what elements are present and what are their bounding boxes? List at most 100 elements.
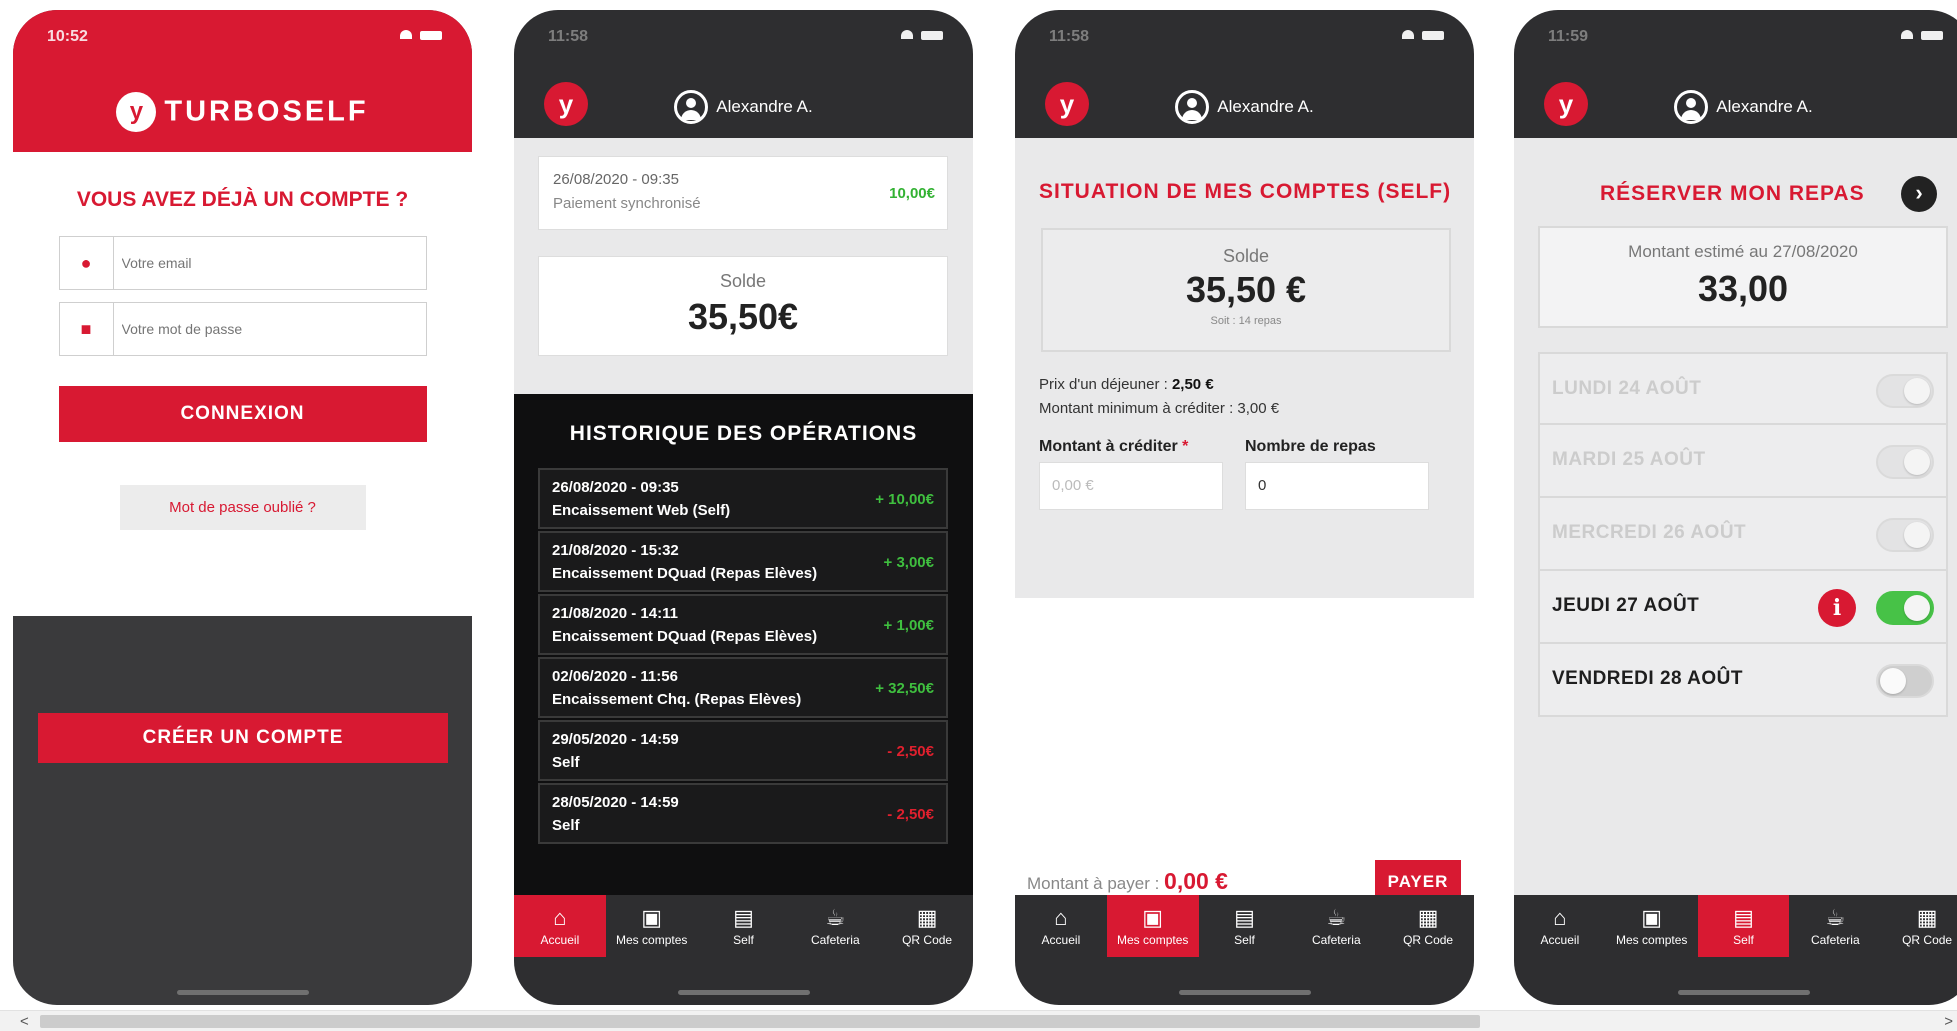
tab-cafeteria[interactable]: ☕ Cafeteria <box>1789 895 1881 957</box>
user-profile[interactable]: Alexandre A. <box>1514 90 1957 124</box>
signal-icons <box>901 30 943 40</box>
meal-price: Prix d'un déjeuner : 2,50 € <box>1039 376 1214 393</box>
days-list: LUNDI 24 AOÛT MARDI 25 AOÛT MERCREDI 26 … <box>1538 352 1948 717</box>
password-field[interactable]: ■ <box>58 302 427 356</box>
operation-row[interactable]: 21/08/2020 - 14:11 Encaissement DQuad (Re… <box>538 594 948 655</box>
scroll-thumb[interactable] <box>40 1015 1480 1028</box>
balance-amount: 35,50 € <box>1185 269 1307 310</box>
balance-meals: Soit : 14 repas <box>1210 315 1282 327</box>
day-toggle[interactable] <box>1876 664 1934 698</box>
amount-to-pay-label: Montant à payer : <box>1027 874 1165 893</box>
page-title: SITUATION DE MES COMPTES (SELF) <box>1039 180 1452 203</box>
page-title: RÉSERVER MON REPAS <box>1600 182 1865 205</box>
operation-row[interactable]: 21/08/2020 - 15:32 Encaissement DQuad (Re… <box>538 531 948 592</box>
tab-accueil[interactable]: ⌂ Accueil <box>514 895 606 957</box>
day-label: MERCREDI 26 AOÛT <box>1552 522 1747 543</box>
home-indicator <box>1178 990 1311 995</box>
meals-count-input[interactable]: 0 <box>1245 462 1429 510</box>
tab-qr-code[interactable]: ▦ QR Code <box>1382 895 1474 957</box>
user-profile[interactable]: Alexandre A. <box>514 90 973 124</box>
day-label: JEUDI 27 AOÛT <box>1552 595 1700 616</box>
tab-label: Mes comptes <box>1117 933 1189 947</box>
credit-label-text: Montant à créditer <box>1039 438 1178 455</box>
day-toggle[interactable] <box>1876 591 1934 625</box>
tab-label: Cafeteria <box>1311 933 1361 947</box>
scroll-right-icon[interactable]: > <box>1944 1013 1953 1030</box>
tab-mes-comptes[interactable]: ▣ Mes comptes <box>1106 895 1199 957</box>
user-avatar-icon <box>1674 90 1709 124</box>
operation-row[interactable]: 29/05/2020 - 14:59 Self - 2,50€ <box>538 720 948 781</box>
brand-name: TURBOSELF <box>164 95 369 128</box>
operation-date: 28/05/2020 - 14:59 <box>552 794 679 811</box>
battery-icon <box>921 31 943 40</box>
home-indicator <box>677 990 810 995</box>
tab-mes-comptes[interactable]: ▣ Mes comptes <box>1606 895 1698 957</box>
operation-row[interactable]: 28/05/2020 - 14:59 Self - 2,50€ <box>538 783 948 844</box>
tab-accueil[interactable]: ⌂ Accueil <box>1015 895 1107 957</box>
day-label: MARDI 25 AOÛT <box>1552 449 1706 470</box>
cafeteria-icon: ☕ <box>1326 905 1347 930</box>
password-input[interactable] <box>113 303 426 355</box>
sync-date: 26/08/2020 - 09:35 <box>553 171 679 188</box>
operation-row[interactable]: 02/06/2020 - 11:56 Encaissement Chq. (Rep… <box>538 657 948 718</box>
credit-amount-input[interactable]: 0,00 € <box>1039 462 1223 510</box>
day-toggle <box>1876 518 1934 552</box>
user-profile[interactable]: Alexandre A. <box>1015 90 1474 124</box>
forgot-password-link[interactable]: Mot de passe oublié ? <box>119 485 366 530</box>
tray-icon: ▤ <box>1733 905 1754 930</box>
day-row: LUNDI 24 AOÛT <box>1538 352 1948 425</box>
day-label: VENDREDI 28 AOÛT <box>1552 668 1743 689</box>
email-field[interactable]: ● <box>58 236 427 290</box>
operation-amount: + 1,00€ <box>883 616 934 634</box>
credit-amount-label: Montant à créditer * <box>1039 438 1188 456</box>
create-account-button[interactable]: CRÉER UN COMPTE <box>38 713 448 763</box>
cafeteria-icon: ☕ <box>1825 905 1846 930</box>
app-header: 11:58 y Alexandre A. <box>1015 10 1474 138</box>
email-input[interactable] <box>113 237 426 289</box>
qr-code-icon: ▦ <box>916 905 938 930</box>
wallet-icon: ▣ <box>1142 905 1164 930</box>
signal-icons <box>400 30 442 40</box>
tab-qr-code[interactable]: ▦ QR Code <box>881 895 973 957</box>
balance-amount: 35,50€ <box>687 296 799 337</box>
tab-label: Accueil <box>540 933 580 947</box>
operation-label: Self <box>552 754 580 771</box>
day-toggle <box>1876 445 1934 479</box>
operation-date: 29/05/2020 - 14:59 <box>552 731 679 748</box>
qr-code-icon: ▦ <box>1417 905 1439 930</box>
tab-self[interactable]: ▤ Self <box>698 895 790 957</box>
tab-accueil[interactable]: ⌂ Accueil <box>1514 895 1606 957</box>
tab-mes-comptes[interactable]: ▣ Mes comptes <box>606 895 698 957</box>
day-row: MARDI 25 AOÛT <box>1538 425 1948 498</box>
wifi-icon <box>901 30 913 39</box>
info-icon[interactable]: i <box>1818 589 1856 627</box>
tab-cafeteria[interactable]: ☕ Cafeteria <box>1290 895 1382 957</box>
user-avatar-icon <box>1175 90 1210 124</box>
tab-label: Accueil <box>1041 933 1081 947</box>
phone-booking-screen: 11:59 y Alexandre A. RÉSERVER MON REPAS … <box>1514 10 1957 1005</box>
tab-cafeteria[interactable]: ☕ Cafeteria <box>789 895 881 957</box>
tab-self[interactable]: ▤ Self <box>1199 895 1291 957</box>
operation-date: 21/08/2020 - 15:32 <box>552 542 679 559</box>
horizontal-scrollbar[interactable]: < > <box>0 1010 1957 1031</box>
meal-price-value: 2,50 € <box>1171 376 1214 393</box>
tab-qr-code[interactable]: ▦ QR Code <box>1881 895 1957 957</box>
operation-date: 21/08/2020 - 14:11 <box>552 605 678 622</box>
meal-price-label: Prix d'un déjeuner : <box>1039 376 1172 393</box>
status-bar: 11:58 <box>1015 10 1474 86</box>
wallet-icon: ▣ <box>1641 905 1663 930</box>
chevron-right-icon[interactable]: › <box>1901 176 1937 212</box>
operation-row[interactable]: 26/08/2020 - 09:35 Encaissement Web (Self… <box>538 468 948 529</box>
operation-amount: - 2,50€ <box>887 742 934 760</box>
tab-self[interactable]: ▤ Self <box>1697 895 1790 957</box>
login-button[interactable]: CONNEXION <box>58 386 427 442</box>
tab-label: Mes comptes <box>616 933 688 947</box>
bottom-tab-bar: ⌂ Accueil ▣ Mes comptes ▤ Self ☕ Cafeteria ▦… <box>514 895 973 1005</box>
tab-label: Self <box>733 933 754 947</box>
tray-icon: ▤ <box>1234 905 1255 930</box>
scroll-left-icon[interactable]: < <box>20 1013 29 1030</box>
user-name: Alexandre A. <box>1217 97 1314 116</box>
phone-accounts-screen: 11:58 y Alexandre A. SITUATION DE MES CO… <box>1015 10 1474 1005</box>
operation-label: Self <box>552 817 580 834</box>
status-time: 11:59 <box>1548 28 1589 45</box>
